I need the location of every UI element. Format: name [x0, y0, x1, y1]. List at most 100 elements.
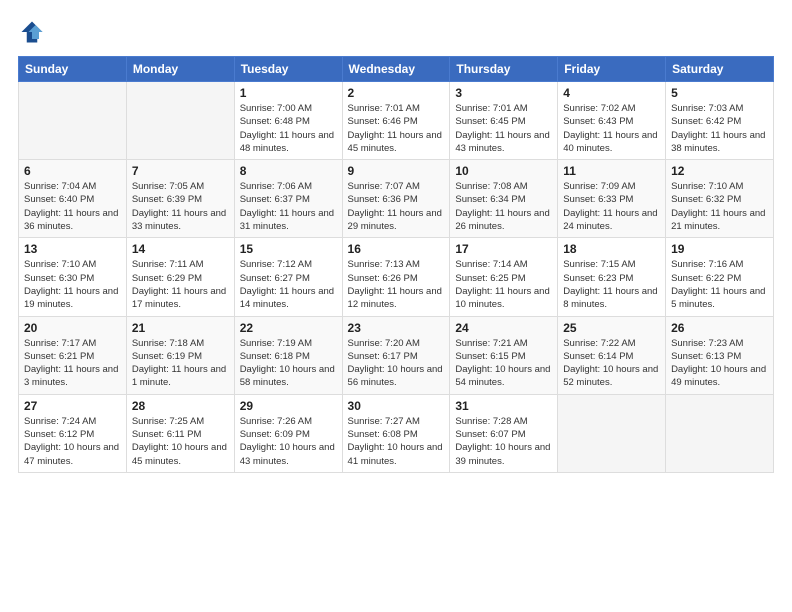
day-info: Sunrise: 7:17 AM Sunset: 6:21 PM Dayligh… [24, 337, 121, 390]
day-info: Sunrise: 7:05 AM Sunset: 6:39 PM Dayligh… [132, 180, 229, 233]
day-number: 21 [132, 321, 229, 335]
day-number: 28 [132, 399, 229, 413]
calendar-cell: 7Sunrise: 7:05 AM Sunset: 6:39 PM Daylig… [126, 160, 234, 238]
calendar-cell: 17 Sunrise: 7:14 AM Sunset: 6:25 PM Dayli… [450, 238, 558, 316]
day-header-tuesday: Tuesday [234, 57, 342, 82]
calendar-cell [558, 394, 666, 472]
calendar-cell: 12 Sunrise: 7:10 AM Sunset: 6:32 PM Dayli… [666, 160, 774, 238]
day-info: Sunrise: 7:28 AM Sunset: 6:07 PM Dayligh… [455, 415, 552, 468]
day-number: 27 [24, 399, 121, 413]
day-number: 30 [348, 399, 445, 413]
calendar-week-2: 6 Sunrise: 7:04 AM Sunset: 6:40 PM Daylig… [19, 160, 774, 238]
day-number: 6 [24, 164, 121, 178]
calendar-cell: 30 Sunrise: 7:27 AM Sunset: 6:08 PM Dayli… [342, 394, 450, 472]
day-info: Sunrise: 7:07 AM Sunset: 6:36 PM Dayligh… [348, 180, 445, 233]
day-number: 13 [24, 242, 121, 256]
calendar-cell: 8 Sunrise: 7:06 AM Sunset: 6:37 PM Daylig… [234, 160, 342, 238]
calendar-cell: 29 Sunrise: 7:26 AM Sunset: 6:09 PM Dayli… [234, 394, 342, 472]
day-number: 22 [240, 321, 337, 335]
calendar-cell [666, 394, 774, 472]
day-info: Sunrise: 7:09 AM Sunset: 6:33 PM Dayligh… [563, 180, 660, 233]
calendar-week-3: 13 Sunrise: 7:10 AM Sunset: 6:30 PM Dayli… [19, 238, 774, 316]
day-info: Sunrise: 7:16 AM Sunset: 6:22 PM Dayligh… [671, 258, 768, 311]
day-info: Sunrise: 7:19 AM Sunset: 6:18 PM Dayligh… [240, 337, 337, 390]
day-number: 5 [671, 86, 768, 100]
calendar-cell: 6 Sunrise: 7:04 AM Sunset: 6:40 PM Daylig… [19, 160, 127, 238]
day-info: Sunrise: 7:21 AM Sunset: 6:15 PM Dayligh… [455, 337, 552, 390]
day-number: 9 [348, 164, 445, 178]
page: SundayMondayTuesdayWednesdayThursdayFrid… [0, 0, 792, 485]
calendar-cell: 9 Sunrise: 7:07 AM Sunset: 6:36 PM Daylig… [342, 160, 450, 238]
day-info: Sunrise: 7:06 AM Sunset: 6:37 PM Dayligh… [240, 180, 337, 233]
calendar-cell: 5Sunrise: 7:03 AM Sunset: 6:42 PM Daylig… [666, 82, 774, 160]
day-number: 29 [240, 399, 337, 413]
calendar-cell: 3 Sunrise: 7:01 AM Sunset: 6:45 PM Daylig… [450, 82, 558, 160]
day-info: Sunrise: 7:22 AM Sunset: 6:14 PM Dayligh… [563, 337, 660, 390]
calendar-week-5: 27 Sunrise: 7:24 AM Sunset: 6:12 PM Dayli… [19, 394, 774, 472]
day-info: Sunrise: 7:08 AM Sunset: 6:34 PM Dayligh… [455, 180, 552, 233]
calendar-cell: 19Sunrise: 7:16 AM Sunset: 6:22 PM Dayli… [666, 238, 774, 316]
day-header-saturday: Saturday [666, 57, 774, 82]
day-number: 17 [455, 242, 552, 256]
calendar-table: SundayMondayTuesdayWednesdayThursdayFrid… [18, 56, 774, 473]
calendar-week-4: 20 Sunrise: 7:17 AM Sunset: 6:21 PM Dayli… [19, 316, 774, 394]
day-info: Sunrise: 7:01 AM Sunset: 6:46 PM Dayligh… [348, 102, 445, 155]
day-info: Sunrise: 7:10 AM Sunset: 6:32 PM Dayligh… [671, 180, 768, 233]
day-number: 8 [240, 164, 337, 178]
calendar-week-1: 1 Sunrise: 7:00 AM Sunset: 6:48 PM Daylig… [19, 82, 774, 160]
calendar-cell: 15 Sunrise: 7:12 AM Sunset: 6:27 PM Dayli… [234, 238, 342, 316]
calendar-cell: 13 Sunrise: 7:10 AM Sunset: 6:30 PM Dayli… [19, 238, 127, 316]
calendar-cell: 10 Sunrise: 7:08 AM Sunset: 6:34 PM Dayli… [450, 160, 558, 238]
day-info: Sunrise: 7:02 AM Sunset: 6:43 PM Dayligh… [563, 102, 660, 155]
day-header-monday: Monday [126, 57, 234, 82]
day-info: Sunrise: 7:01 AM Sunset: 6:45 PM Dayligh… [455, 102, 552, 155]
day-number: 15 [240, 242, 337, 256]
calendar-cell: 31 Sunrise: 7:28 AM Sunset: 6:07 PM Dayli… [450, 394, 558, 472]
calendar-cell: 2Sunrise: 7:01 AM Sunset: 6:46 PM Daylig… [342, 82, 450, 160]
calendar-cell: 18Sunrise: 7:15 AM Sunset: 6:23 PM Dayli… [558, 238, 666, 316]
day-number: 3 [455, 86, 552, 100]
calendar-cell [19, 82, 127, 160]
calendar-cell: 16Sunrise: 7:13 AM Sunset: 6:26 PM Dayli… [342, 238, 450, 316]
calendar-cell: 1 Sunrise: 7:00 AM Sunset: 6:48 PM Daylig… [234, 82, 342, 160]
header [18, 18, 774, 46]
day-info: Sunrise: 7:18 AM Sunset: 6:19 PM Dayligh… [132, 337, 229, 390]
calendar-cell: 14 Sunrise: 7:11 AM Sunset: 6:29 PM Dayli… [126, 238, 234, 316]
day-header-friday: Friday [558, 57, 666, 82]
calendar-cell: 23Sunrise: 7:20 AM Sunset: 6:17 PM Dayli… [342, 316, 450, 394]
day-number: 1 [240, 86, 337, 100]
day-info: Sunrise: 7:25 AM Sunset: 6:11 PM Dayligh… [132, 415, 229, 468]
calendar-cell: 28 Sunrise: 7:25 AM Sunset: 6:11 PM Dayli… [126, 394, 234, 472]
day-info: Sunrise: 7:27 AM Sunset: 6:08 PM Dayligh… [348, 415, 445, 468]
day-number: 20 [24, 321, 121, 335]
day-info: Sunrise: 7:10 AM Sunset: 6:30 PM Dayligh… [24, 258, 121, 311]
day-number: 11 [563, 164, 660, 178]
day-info: Sunrise: 7:12 AM Sunset: 6:27 PM Dayligh… [240, 258, 337, 311]
day-number: 31 [455, 399, 552, 413]
day-number: 12 [671, 164, 768, 178]
logo [18, 18, 50, 46]
day-info: Sunrise: 7:11 AM Sunset: 6:29 PM Dayligh… [132, 258, 229, 311]
day-info: Sunrise: 7:15 AM Sunset: 6:23 PM Dayligh… [563, 258, 660, 311]
calendar-cell: 20 Sunrise: 7:17 AM Sunset: 6:21 PM Dayli… [19, 316, 127, 394]
day-info: Sunrise: 7:00 AM Sunset: 6:48 PM Dayligh… [240, 102, 337, 155]
logo-icon [18, 18, 46, 46]
calendar-cell: 27 Sunrise: 7:24 AM Sunset: 6:12 PM Dayli… [19, 394, 127, 472]
calendar-cell: 25Sunrise: 7:22 AM Sunset: 6:14 PM Dayli… [558, 316, 666, 394]
calendar-cell: 24 Sunrise: 7:21 AM Sunset: 6:15 PM Dayli… [450, 316, 558, 394]
day-number: 4 [563, 86, 660, 100]
day-number: 10 [455, 164, 552, 178]
calendar-cell: 26Sunrise: 7:23 AM Sunset: 6:13 PM Dayli… [666, 316, 774, 394]
day-info: Sunrise: 7:26 AM Sunset: 6:09 PM Dayligh… [240, 415, 337, 468]
calendar-cell: 4 Sunrise: 7:02 AM Sunset: 6:43 PM Daylig… [558, 82, 666, 160]
day-info: Sunrise: 7:24 AM Sunset: 6:12 PM Dayligh… [24, 415, 121, 468]
day-number: 23 [348, 321, 445, 335]
day-info: Sunrise: 7:04 AM Sunset: 6:40 PM Dayligh… [24, 180, 121, 233]
day-number: 16 [348, 242, 445, 256]
day-number: 26 [671, 321, 768, 335]
calendar-cell [126, 82, 234, 160]
day-info: Sunrise: 7:14 AM Sunset: 6:25 PM Dayligh… [455, 258, 552, 311]
day-number: 24 [455, 321, 552, 335]
calendar-header-row: SundayMondayTuesdayWednesdayThursdayFrid… [19, 57, 774, 82]
day-number: 14 [132, 242, 229, 256]
